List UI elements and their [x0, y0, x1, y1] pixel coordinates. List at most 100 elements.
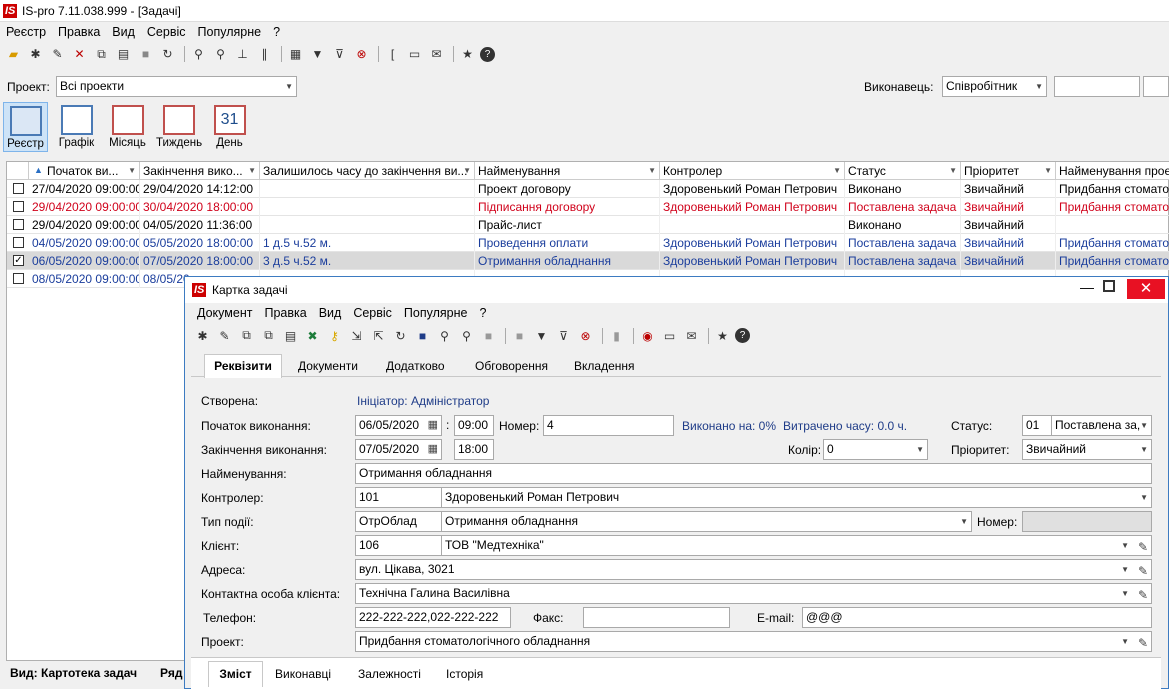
- print-icon[interactable]: ▤: [281, 326, 300, 345]
- tab-documents[interactable]: Документи: [298, 359, 358, 373]
- filter-arrow-icon[interactable]: ▼: [648, 162, 656, 180]
- refresh-icon[interactable]: ↻: [391, 326, 410, 345]
- filter-arrow-icon[interactable]: ▼: [1044, 162, 1052, 180]
- menu-view[interactable]: Вид: [106, 22, 141, 39]
- header-status[interactable]: Статус ▼: [845, 162, 961, 180]
- view-week-button[interactable]: Тиждень: [156, 102, 202, 152]
- row-checkbox[interactable]: [13, 219, 24, 230]
- calendar-icon[interactable]: ▦: [428, 416, 438, 435]
- minimize-icon[interactable]: —: [1080, 279, 1094, 295]
- address-select[interactable]: вул. Цікава, 3021 ▼ ✎: [355, 559, 1152, 580]
- row-checkbox[interactable]: ✓: [13, 255, 24, 266]
- number-input[interactable]: 4: [543, 415, 674, 436]
- event-type-select[interactable]: Отримання обладнання ▼: [441, 511, 972, 532]
- find-icon[interactable]: ⚲: [435, 326, 454, 345]
- dmenu-edit[interactable]: Правка: [258, 306, 312, 320]
- controller-code-input[interactable]: 101: [355, 487, 442, 508]
- dmenu-popular[interactable]: Популярне: [398, 306, 474, 320]
- tab-dependencies[interactable]: Залежності: [358, 667, 421, 681]
- close-icon[interactable]: ✕: [1127, 279, 1165, 299]
- refresh-icon[interactable]: ↻: [158, 45, 177, 64]
- table-row[interactable]: ✓ 06/05/2020 09:00:00 07/05/2020 18:00:00 3…: [7, 252, 1169, 270]
- delete-icon[interactable]: ✕: [70, 45, 89, 64]
- find-next-icon[interactable]: ⚲: [211, 45, 230, 64]
- fax-input[interactable]: [583, 607, 730, 628]
- tab-executors[interactable]: Виконавці: [275, 667, 331, 681]
- tab-discussion[interactable]: Обговорення: [475, 359, 548, 373]
- star-icon[interactable]: ★: [458, 45, 477, 64]
- filter-arrow-icon[interactable]: ▼: [833, 162, 841, 180]
- bracket-icon[interactable]: [: [383, 45, 402, 64]
- tab-additional[interactable]: Додатково: [386, 359, 445, 373]
- menu-registry[interactable]: Реєстр: [0, 22, 52, 39]
- start-date-input[interactable]: 06/05/2020 ▦: [355, 415, 442, 436]
- maximize-icon[interactable]: [1103, 280, 1115, 292]
- excel-icon[interactable]: ✖: [303, 326, 322, 345]
- dmenu-service[interactable]: Сервіс: [347, 306, 398, 320]
- new-doc-icon[interactable]: ✱: [193, 326, 212, 345]
- filter-arrow-icon[interactable]: ▼: [128, 162, 136, 180]
- tab-requisites[interactable]: Реквізити: [204, 354, 282, 378]
- record-icon[interactable]: ◉: [638, 326, 657, 345]
- save-icon[interactable]: ■: [136, 45, 155, 64]
- table-row[interactable]: 29/04/2020 09:00:00 04/05/2020 11:36:00 Пр…: [7, 216, 1169, 234]
- save-icon[interactable]: ■: [413, 326, 432, 345]
- calendar-icon[interactable]: ▦: [428, 440, 438, 459]
- card-icon[interactable]: ▭: [405, 45, 424, 64]
- header-project[interactable]: Найменування проект: [1056, 162, 1169, 180]
- color-select[interactable]: 0 ▼: [823, 439, 928, 460]
- new-folder-icon[interactable]: ▰: [4, 45, 23, 64]
- attach-icon[interactable]: ∥: [255, 45, 274, 64]
- sort-asc-icon[interactable]: ▲: [34, 165, 43, 175]
- executor-name-input[interactable]: [1143, 76, 1169, 97]
- menu-popular[interactable]: Популярне: [192, 22, 268, 39]
- client-select[interactable]: ТОВ "Медтехніка" ▼ ✎: [441, 535, 1152, 556]
- status-select[interactable]: Поставлена за, ▼: [1051, 415, 1152, 436]
- header-controller[interactable]: Контролер ▼: [660, 162, 845, 180]
- email-input[interactable]: @@@: [802, 607, 1152, 628]
- controller-select[interactable]: Здоровенький Роман Петрович ▼: [441, 487, 1152, 508]
- help-icon[interactable]: ?: [735, 328, 750, 343]
- filter-icon[interactable]: ▼: [308, 45, 327, 64]
- export-icon[interactable]: ⇱: [369, 326, 388, 345]
- contact-select[interactable]: Технічна Галина Василівна ▼ ✎: [355, 583, 1152, 604]
- executor-select[interactable]: Співробітник ▼: [942, 76, 1047, 97]
- dmenu-document[interactable]: Документ: [191, 306, 258, 320]
- executor-code-input[interactable]: [1054, 76, 1140, 97]
- star-icon[interactable]: ★: [713, 326, 732, 345]
- duplicate-icon[interactable]: ⧉: [259, 326, 278, 345]
- name-input[interactable]: Отримання обладнання: [355, 463, 1152, 484]
- filter-off-icon[interactable]: ⊗: [352, 45, 371, 64]
- row-checkbox[interactable]: [13, 237, 24, 248]
- pencil-icon[interactable]: ✎: [1138, 586, 1148, 603]
- mail-icon[interactable]: ✉: [682, 326, 701, 345]
- pencil-icon[interactable]: ✎: [1138, 538, 1148, 555]
- view-chart-button[interactable]: Графік: [54, 102, 99, 152]
- filter-icon[interactable]: ▼: [532, 326, 551, 345]
- event-code-input[interactable]: ОтрОблад: [355, 511, 442, 532]
- import-icon[interactable]: ⇲: [347, 326, 366, 345]
- edit-icon[interactable]: ✎: [48, 45, 67, 64]
- tab-attachments[interactable]: Вкладення: [574, 359, 635, 373]
- filter-clear-icon[interactable]: ⊽: [330, 45, 349, 64]
- header-start[interactable]: Початок ви... ▼: [29, 162, 140, 180]
- client-code-input[interactable]: 106: [355, 535, 442, 556]
- header-priority[interactable]: Пріоритет ▼: [961, 162, 1056, 180]
- table-icon[interactable]: ▦: [286, 45, 305, 64]
- header-name[interactable]: Найменування ▼: [475, 162, 660, 180]
- end-time-input[interactable]: 18:00: [454, 439, 494, 460]
- pencil-icon[interactable]: ✎: [1138, 562, 1148, 579]
- priority-select[interactable]: Звичайний ▼: [1022, 439, 1152, 460]
- filter-arrow-icon[interactable]: ▼: [248, 162, 256, 180]
- dmenu-help[interactable]: ?: [473, 306, 492, 320]
- project-select[interactable]: Придбання стоматологічного обладнання ▼ ✎: [355, 631, 1152, 652]
- tree-icon[interactable]: ⊥: [233, 45, 252, 64]
- tab-content[interactable]: Зміст: [208, 661, 263, 687]
- table-row[interactable]: 29/04/2020 09:00:00 30/04/2020 18:00:00 Пі…: [7, 198, 1169, 216]
- find-icon[interactable]: ⚲: [189, 45, 208, 64]
- start-time-input[interactable]: 09:00: [454, 415, 494, 436]
- project-filter-select[interactable]: Всі проекти ▼: [56, 76, 297, 97]
- view-month-button[interactable]: Місяць: [105, 102, 150, 152]
- header-end[interactable]: Закінчення вико... ▼: [140, 162, 260, 180]
- menu-edit[interactable]: Правка: [52, 22, 106, 39]
